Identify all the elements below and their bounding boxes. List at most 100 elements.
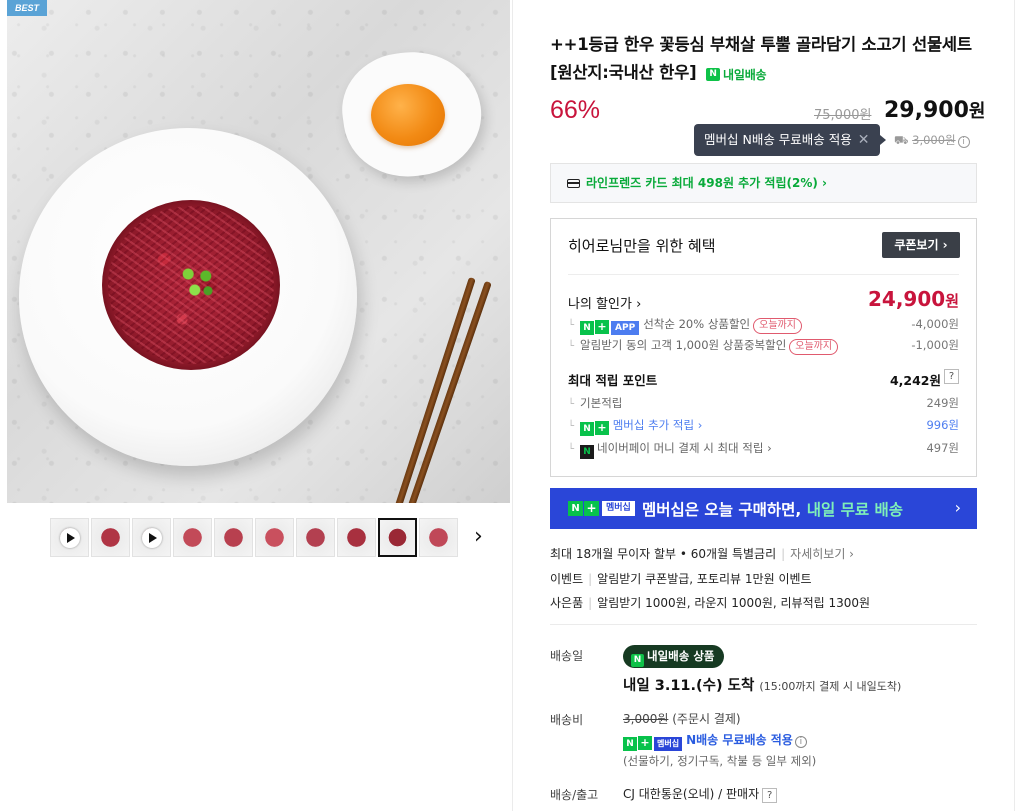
discount-rate: 66% [550,96,601,124]
discount-row: └ N + APP 선착순 20% 상품할인 오늘까지 -4,000원 [568,314,959,335]
event-info: 이벤트 | 알림받기 쿠폰발급, 포토리뷰 1만원 이벤트 [550,570,812,587]
tree-branch-icon: └ [568,421,575,432]
thumbnail-image [215,519,252,556]
membership-tag: 멤버십 [654,737,683,751]
separator: | [588,572,593,586]
naver-n-icon: N [580,422,595,436]
naver-n-icon: N [706,68,721,81]
shipping-fee: 3,000원 (주문시 결제) [623,710,741,727]
my-discount-label[interactable]: 나의 할인가 › [568,293,641,312]
naver-n-icon: N [623,737,637,751]
benefit-heading: 히어로님만을 위한 혜택 [568,237,716,255]
pill-label: 내일배송 상품 [647,649,715,663]
next-day-delivery-pill: N 내일배송 상품 [623,645,725,668]
sale-price: 29,900원 [884,97,985,123]
chevron-right-icon: › [954,498,961,517]
scallion-garnish [175,262,219,302]
info-icon[interactable]: i [794,736,807,748]
installment-info: 최대 18개월 무이자 할부 • 60개월 특별금리 | 자세히보기 › [550,545,854,562]
thumbnail[interactable] [132,518,171,557]
divider [568,274,959,275]
discount-label: 알림받기 동의 고객 1,000원 상품중복할인 [580,338,787,352]
thumbnail-strip [50,518,458,557]
courier-info: CJ 대한통운(오네) / 판매자? [623,785,778,803]
help-icon[interactable]: ? [762,788,778,803]
next-day-delivery-label: 내일배송 [723,67,767,82]
shipping-fee-note: (주문시 결제) [672,712,741,726]
next-day-delivery-badge: N 내일배송 [706,61,767,89]
point-row[interactable]: └ N 네이버페이 머니 결제 시 최대 적립 › 497원 [568,438,959,459]
app-tag: APP [611,321,640,335]
delivery-date-label: 배송일 [550,649,584,663]
help-icon[interactable]: ? [944,369,959,384]
thumbnail[interactable] [378,518,417,557]
gift-label: 사은품 [550,596,584,610]
shipping-fee-old-value: 3,000원 [912,133,956,147]
thumbnail-image [174,519,211,556]
thumbnail[interactable] [173,518,212,557]
thumbnail[interactable] [50,518,89,557]
membership-points-link[interactable]: 멤버십 추가 적립 › [613,418,703,432]
tree-branch-icon: └ [568,444,575,455]
naver-n-icon: N [580,321,595,335]
tree-branch-icon: └ [568,341,575,352]
shipping-exclusion-note: (선물하기, 정기구독, 착불 등 일부 제외) [623,754,817,768]
membership-logo: N + 멤버십 [568,501,635,516]
today-only-tag: 오늘까지 [753,318,802,334]
thumbnail-image [420,519,457,556]
play-icon [59,527,80,548]
discount-amount: -4,000원 [911,317,959,331]
point-amount: 996원 [926,418,959,432]
thumbnail-image [92,519,129,556]
max-points-label: 최대 적립 포인트 [568,373,658,388]
naverpay-points-link[interactable]: 네이버페이 머니 결제 시 최대 적립 › [597,441,772,455]
thumbnail-image [256,519,293,556]
original-price: 75,000원 [814,108,872,123]
divider [1014,0,1015,811]
thumbnail[interactable] [255,518,294,557]
arrival-note: (15:00까지 결제 시 내일도착) [759,680,902,693]
product-title: ++1등급 한우 꽃등심 부채살 투뿔 골라담기 소고기 선물세트 [원산지:국… [550,31,978,89]
discount-label: 선착순 20% 상품할인 [643,317,751,331]
info-icon[interactable]: i [957,136,970,148]
egg-yolk [371,84,445,146]
membership-banner[interactable]: N + 멤버십 멤버십은 오늘 구매하면, 내일 무료 배송 › [550,488,977,529]
thumbnail[interactable] [419,518,458,557]
tree-branch-icon: └ [568,320,575,331]
chevron-right-icon[interactable]: › [474,526,494,550]
sale-price-number: 29,900 [884,98,969,123]
shipping-fee-label: 배송비 [550,713,584,727]
card-promo-text: 라인프렌즈 카드 최대 498원 추가 적립(2%) › [586,176,827,190]
thumbnail-image [380,520,415,555]
credit-card-icon [567,179,580,188]
banner-text-highlight: 내일 무료 배송 [806,501,904,519]
coupon-view-button[interactable]: 쿠폰보기 › [882,232,960,258]
banner-text-main: 멤버십은 오늘 구매하면, [642,501,807,519]
my-discount-number: 24,900 [868,287,946,311]
details-link[interactable]: 자세히보기 › [790,547,854,561]
naver-n-icon: N [631,654,644,667]
tree-branch-icon: └ [568,399,575,410]
point-row[interactable]: └ N + 멤버십 추가 적립 › 996원 [568,415,959,436]
plus-icon: + [595,320,610,334]
arrival-main: 내일 3.11.(수) 도착 [623,678,755,694]
point-label: 기본적립 [580,396,623,410]
product-main-image[interactable]: BEST [7,0,510,503]
thumbnail[interactable] [296,518,335,557]
divider [512,0,513,811]
membership-tag: 멤버십 [602,501,635,516]
sale-price-unit: 원 [968,101,986,122]
thumbnail[interactable] [337,518,376,557]
close-icon[interactable]: ✕ [858,132,870,148]
courier-value: CJ 대한통운(오네) / 판매자 [623,787,760,801]
shipping-fee-old: ⛟ 3,000원 i [894,132,970,149]
point-amount: 249원 [926,396,959,410]
tooltip-text: 멤버십 N배송 무료배송 적용 [704,132,852,147]
play-icon [141,527,162,548]
thumbnail[interactable] [91,518,130,557]
benefit-panel: 히어로님만을 위한 혜택 쿠폰보기 › 나의 할인가 › 24,900원 └ N +… [550,218,977,477]
card-promo[interactable]: 라인프렌즈 카드 최대 498원 추가 적립(2%) › [550,163,977,203]
max-points-value: 4,242원 [889,373,941,388]
event-text: 알림받기 쿠폰발급, 포토리뷰 1만원 이벤트 [597,572,812,586]
thumbnail[interactable] [214,518,253,557]
